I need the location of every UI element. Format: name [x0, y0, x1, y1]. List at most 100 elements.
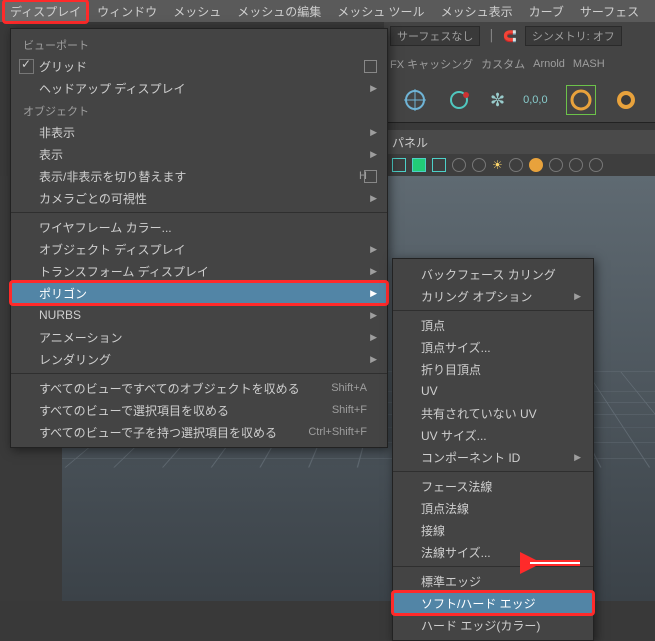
menubar-item-surface[interactable]: サーフェス — [574, 1, 645, 22]
option-box-icon[interactable] — [364, 170, 377, 183]
sub-vertex-size[interactable]: 頂点サイズ... — [393, 336, 593, 358]
menubar-item-deform[interactable]: デフォーム — [649, 1, 655, 22]
snowflake-icon[interactable]: ✼ — [490, 90, 505, 111]
display-menu-header-viewport: ビューポート — [11, 33, 387, 55]
viewport-shelf: ☀ — [384, 154, 655, 177]
shortcut: Ctrl+Shift+F — [308, 426, 367, 438]
mode-dot-6[interactable] — [569, 158, 583, 172]
menu-item-hud[interactable]: ヘッドアップ ディスプレイ — [11, 77, 387, 99]
menu-label: すべてのビューですべてのオブジェクトを収める — [39, 380, 300, 397]
menubar-item-display[interactable]: ディスプレイ — [4, 1, 87, 22]
light-icon[interactable]: ☀ — [492, 158, 503, 172]
shelf-icons: ✼ 0,0,0 — [384, 78, 655, 123]
symmetry-mode[interactable]: シンメトリ: オフ — [525, 26, 622, 46]
menu-item-anim[interactable]: アニメーション — [11, 326, 387, 348]
sub-vertex[interactable]: 頂点 — [393, 314, 593, 336]
menu-item-fit-sel[interactable]: すべてのビューで選択項目を収める Shift+F — [11, 399, 387, 421]
option-box-icon[interactable] — [364, 60, 377, 73]
mode-dot-3[interactable] — [509, 158, 523, 172]
shelf-tabs: FX キャッシング カスタム Arnold MASH — [384, 50, 655, 79]
wire-cube-icon[interactable] — [392, 158, 406, 172]
display-menu-header-object: オブジェクト — [11, 99, 387, 121]
panel-label[interactable]: パネル — [392, 134, 428, 151]
separator — [393, 471, 593, 472]
coord-label: 0,0,0 — [523, 94, 547, 106]
checkbox-icon — [19, 59, 34, 74]
menu-label: ソフト/ハード エッジ — [421, 595, 536, 612]
menu-item-objdisplay[interactable]: オブジェクト ディスプレイ — [11, 238, 387, 260]
textured-cube-icon[interactable] — [432, 158, 446, 172]
menu-label: ワイヤフレーム カラー... — [39, 219, 172, 236]
tab-arnold[interactable]: Arnold — [533, 58, 565, 70]
menu-item-nurbs[interactable]: NURBS — [11, 304, 387, 326]
tab-custom[interactable]: カスタム — [481, 56, 525, 72]
menu-item-polygon[interactable]: ポリゴン — [11, 282, 387, 304]
menu-label: 共有されていない UV — [421, 405, 537, 422]
menubar-item-mesh[interactable]: メッシュ — [167, 1, 227, 22]
menu-label: コンポーネント ID — [421, 449, 520, 466]
menu-label: すべてのビューで子を持つ選択項目を収める — [39, 424, 277, 441]
sub-uv-unshared[interactable]: 共有されていない UV — [393, 402, 593, 424]
sub-hard-edge-color[interactable]: ハード エッジ(カラー) — [393, 614, 593, 636]
sub-soft-hard-edge[interactable]: ソフト/ハード エッジ — [393, 592, 593, 614]
menu-label: 折り目頂点 — [421, 361, 481, 378]
shortcut: Shift+F — [332, 404, 367, 416]
sub-standard-edge[interactable]: 標準エッジ — [393, 570, 593, 592]
panel-header: パネル — [384, 130, 655, 155]
sub-culling-options[interactable]: カリング オプション — [393, 285, 593, 307]
menu-label: 法線サイズ... — [421, 544, 491, 561]
menu-label: カメラごとの可視性 — [39, 190, 147, 207]
menu-label: ハード エッジ(カラー) — [421, 617, 540, 634]
sub-crease[interactable]: 折り目頂点 — [393, 358, 593, 380]
menubar-item-meshtool[interactable]: メッシュ ツール — [331, 1, 430, 22]
menu-label: トランスフォーム ディスプレイ — [39, 263, 209, 280]
menu-label: 頂点サイズ... — [421, 339, 491, 356]
sub-component-id[interactable]: コンポーネント ID — [393, 446, 593, 468]
sub-tangents[interactable]: 接線 — [393, 519, 593, 541]
menu-item-hide[interactable]: 非表示 — [11, 121, 387, 143]
render-a-icon[interactable] — [566, 85, 596, 115]
mode-dot-5[interactable] — [549, 158, 563, 172]
menu-item-wireframe[interactable]: ワイヤフレーム カラー... — [11, 216, 387, 238]
surface-mode[interactable]: サーフェスなし — [390, 26, 480, 46]
tab-mash[interactable]: MASH — [573, 58, 605, 70]
sub-backface[interactable]: バックフェース カリング — [393, 263, 593, 285]
menu-item-xformdisplay[interactable]: トランスフォーム ディスプレイ — [11, 260, 387, 282]
separator — [11, 373, 387, 374]
mode-dot-4[interactable] — [529, 158, 543, 172]
menubar-item-curve[interactable]: カーブ — [523, 1, 570, 22]
sub-uv[interactable]: UV — [393, 380, 593, 402]
menu-item-show[interactable]: 表示 — [11, 143, 387, 165]
sub-normal-size[interactable]: 法線サイズ... — [393, 541, 593, 563]
tab-fx[interactable]: FX キャッシング — [390, 56, 473, 72]
gear-icon[interactable] — [446, 87, 472, 113]
sub-uv-size[interactable]: UV サイズ... — [393, 424, 593, 446]
menu-label: レンダリング — [39, 351, 111, 368]
menubar-item-meshedit[interactable]: メッシュの編集 — [231, 1, 327, 22]
menu-item-grid[interactable]: グリッド — [11, 55, 387, 77]
menu-label: オブジェクト ディスプレイ — [39, 241, 186, 258]
menu-label: ポリゴン — [39, 285, 87, 302]
target-icon[interactable] — [402, 87, 428, 113]
mode-dot-1[interactable] — [452, 158, 466, 172]
sub-face-normals[interactable]: フェース法線 — [393, 475, 593, 497]
menu-item-fit-all[interactable]: すべてのビューですべてのオブジェクトを収める Shift+A — [11, 377, 387, 399]
sub-vertex-normals[interactable]: 頂点法線 — [393, 497, 593, 519]
mode-dot-7[interactable] — [589, 158, 603, 172]
menu-label: 非表示 — [39, 124, 75, 141]
menu-item-swap[interactable]: 表示/非表示を切り替えます H — [11, 165, 387, 187]
polygon-submenu: バックフェース カリング カリング オプション 頂点 頂点サイズ... 折り目頂… — [392, 258, 594, 641]
shaded-cube-icon[interactable] — [412, 158, 426, 172]
menu-label: バックフェース カリング — [421, 266, 556, 283]
separator — [393, 566, 593, 567]
menubar-item-meshview[interactable]: メッシュ表示 — [435, 1, 519, 22]
magnet-icon[interactable]: 🧲 — [503, 30, 517, 43]
menu-label: 表示/非表示を切り替えます — [39, 168, 186, 185]
menu-item-render[interactable]: レンダリング — [11, 348, 387, 370]
menu-item-fit-children[interactable]: すべてのビューで子を持つ選択項目を収める Ctrl+Shift+F — [11, 421, 387, 443]
mode-dot-2[interactable] — [472, 158, 486, 172]
menubar-item-window[interactable]: ウィンドウ — [91, 1, 163, 22]
shortcut: Shift+A — [331, 382, 367, 394]
menu-item-per-camera[interactable]: カメラごとの可視性 — [11, 187, 387, 209]
render-b-icon[interactable] — [614, 88, 638, 112]
